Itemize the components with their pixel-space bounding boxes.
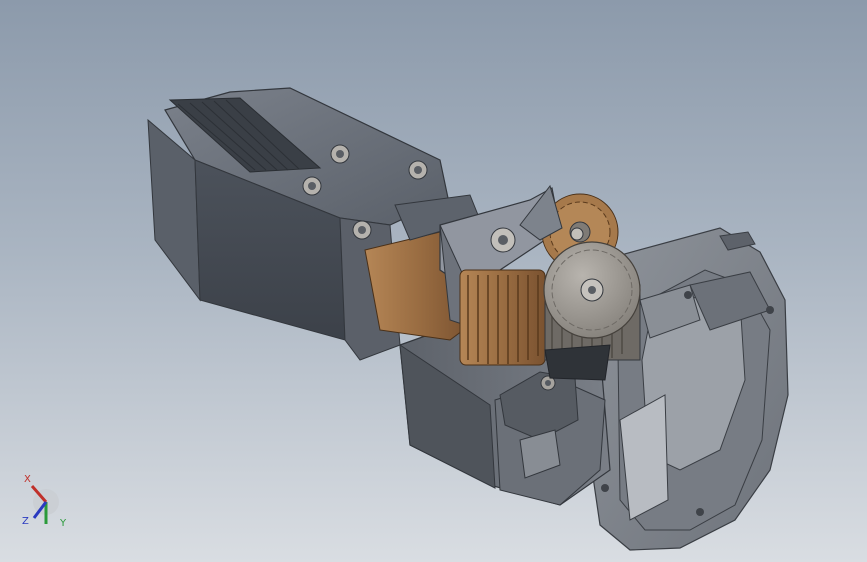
view-orientation-triad[interactable]: X Y Z — [18, 466, 78, 530]
triad-x-label: X — [24, 474, 31, 485]
triad-y-label: Y — [59, 518, 67, 529]
pivot-screw — [570, 227, 584, 241]
bronze-gear[interactable] — [459, 269, 546, 366]
cad-model[interactable] — [0, 0, 867, 562]
triad-z-label: Z — [22, 516, 29, 527]
3d-viewport[interactable]: X Y Z — [0, 0, 867, 562]
spur-gear-main[interactable] — [543, 241, 641, 381]
